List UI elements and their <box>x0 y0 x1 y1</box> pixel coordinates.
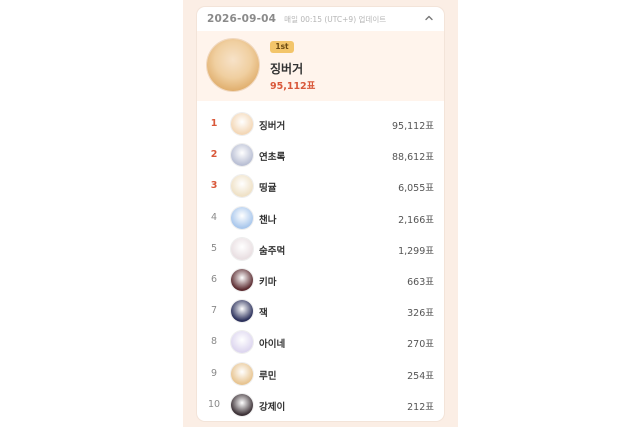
rank-number: 7 <box>210 305 218 317</box>
vote-count: 2,166표 <box>398 214 434 226</box>
member-name: 잭 <box>259 308 268 320</box>
rank-number: 9 <box>210 367 218 379</box>
avatar <box>231 175 253 198</box>
member-name: 연초록 <box>259 152 286 164</box>
member-name: 챈나 <box>259 214 277 226</box>
rank-number: 1 <box>210 118 218 129</box>
member-name: 루민 <box>259 370 277 382</box>
rank-number: 8 <box>210 336 218 348</box>
rank-number: 4 <box>210 211 218 223</box>
rank-number: 5 <box>210 242 218 254</box>
ranking-row[interactable]: 1 징버거 95,112표 <box>197 109 444 140</box>
member-name: 아이네 <box>259 339 286 351</box>
ranking-card: 2026-09-04 매일 00:15 (UTC+9) 업데이트 1st 징버거… <box>197 7 444 421</box>
avatar <box>231 300 253 323</box>
update-schedule-text: 매일 00:15 (UTC+9) 업데이트 <box>284 14 387 24</box>
vote-count: 95,112표 <box>392 121 434 132</box>
first-place-badge: 1st <box>270 41 294 53</box>
avatar <box>231 362 253 385</box>
member-name: 띵귤 <box>259 183 277 195</box>
member-name: 징버거 <box>259 121 286 132</box>
member-name: 키마 <box>259 276 277 288</box>
rank-number: 10 <box>207 398 221 410</box>
ranking-row[interactable]: 5 숨주먹 1,299표 <box>197 234 444 265</box>
top-avatar <box>207 39 259 91</box>
ranking-row[interactable]: 6 키마 663표 <box>197 265 444 296</box>
avatar <box>231 393 253 416</box>
member-name: 강제이 <box>259 401 286 413</box>
ranking-row[interactable]: 10 강제이 212표 <box>197 390 444 421</box>
avatar <box>231 237 253 260</box>
vote-count: 270표 <box>407 339 434 351</box>
rank-number: 2 <box>210 149 218 161</box>
vote-count: 326표 <box>407 308 434 320</box>
chevron-up-icon[interactable] <box>424 13 434 23</box>
avatar <box>231 268 253 291</box>
avatar <box>231 113 253 135</box>
avatar <box>231 144 253 167</box>
top-ranked-name: 징버거 <box>270 62 304 76</box>
ranking-row[interactable]: 2 연초록 88,612표 <box>197 140 444 171</box>
vote-count: 6,055표 <box>398 183 434 195</box>
ranking-row[interactable]: 9 루민 254표 <box>197 359 444 390</box>
ranking-header[interactable]: 2026-09-04 매일 00:15 (UTC+9) 업데이트 <box>197 7 444 31</box>
vote-count: 1,299표 <box>398 245 434 257</box>
top-ranked-votes: 95,112표 <box>270 81 316 92</box>
vote-count: 212표 <box>407 401 434 413</box>
ranking-list: 1 징버거 95,112표 2 연초록 88,612표 3 띵귤 6,055표 … <box>197 109 444 421</box>
ranking-row[interactable]: 8 아이네 270표 <box>197 327 444 358</box>
vote-count: 663표 <box>407 276 434 288</box>
avatar <box>231 206 253 229</box>
ranking-row[interactable]: 4 챈나 2,166표 <box>197 203 444 234</box>
vote-count: 88,612표 <box>392 152 434 164</box>
member-name: 숨주먹 <box>259 245 286 257</box>
ranking-row[interactable]: 3 띵귤 6,055표 <box>197 171 444 202</box>
vote-count: 254표 <box>407 370 434 382</box>
top-ranked-section: 1st 징버거 95,112표 <box>197 31 444 101</box>
avatar <box>231 331 253 354</box>
rank-number: 3 <box>210 180 218 192</box>
rank-number: 6 <box>210 273 218 285</box>
ranking-date: 2026-09-04 <box>207 13 277 25</box>
ranking-row[interactable]: 7 잭 326표 <box>197 296 444 327</box>
